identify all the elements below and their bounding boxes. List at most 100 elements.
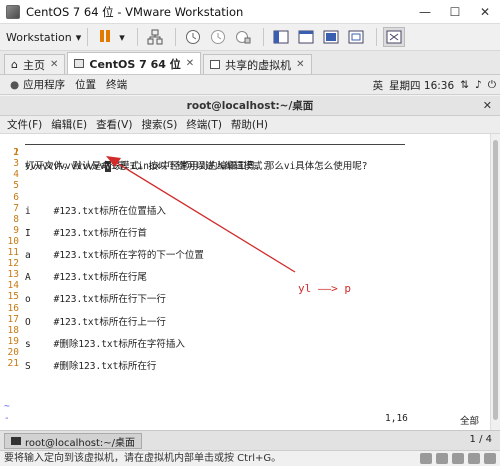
menu-help[interactable]: 帮助(H) — [231, 117, 268, 132]
terminal-menu[interactable]: 终端 — [106, 77, 127, 92]
line-number: 10 — [7, 235, 19, 247]
device-status-icons — [420, 453, 496, 464]
gnome-status-area: 英 星期四 16:36 ⇅ ♪ ⏻ — [373, 75, 496, 95]
menu-edit[interactable]: 编辑(E) — [51, 117, 87, 132]
fullscreen-button[interactable] — [320, 27, 342, 47]
stretch-view-button[interactable] — [382, 27, 405, 47]
terminal-title-bar: root@localhost:~/桌面 ✕ — [0, 96, 500, 116]
library-button[interactable] — [270, 27, 292, 47]
empty-line-marker: ~ — [4, 401, 10, 412]
vmware-toolbar: Workstation ▾ ▾ — [0, 24, 500, 51]
window-title: CentOS 7 64 位 - VMware Workstation — [26, 4, 244, 19]
vi-editor[interactable]: 1 vvvvvvvvvvvvvvvi是 Linux中经常用到的编辑工具，那么vi… — [0, 134, 490, 430]
line-number: 5 — [13, 180, 19, 192]
terminal-menu-bar: 文件(F) 编辑(E) 查看(V) 搜索(S) 终端(T) 帮助(H) — [0, 116, 500, 134]
line-number: 8 — [13, 213, 19, 225]
cd-icon[interactable] — [436, 453, 448, 464]
empty-line-marker: - — [4, 413, 10, 424]
network-status-icon[interactable]: ⇅ — [460, 79, 469, 91]
taskbar-item-label: root@localhost:~/桌面 — [25, 437, 136, 449]
close-icon[interactable]: ✕ — [483, 96, 492, 116]
line-number: 16 — [7, 302, 19, 314]
menu-view[interactable]: 查看(V) — [96, 117, 132, 132]
gnome-taskbar: root@localhost:~/桌面 1 / 4 — [0, 430, 500, 450]
line-number: 6 — [13, 191, 19, 203]
line-number: 14 — [7, 280, 19, 292]
vmware-title-bar: CentOS 7 64 位 - VMware Workstation — ☐ ✕ — [0, 0, 500, 24]
editor-line: 1 vvvvvvvvvvvvvvvi是 Linux中经常用到的编辑工具，那么vi… — [0, 136, 368, 172]
workstation-label: Workstation — [6, 30, 72, 44]
snapshot-manager-button[interactable] — [232, 27, 254, 47]
power-dropdown-icon[interactable]: ▾ — [119, 31, 125, 44]
close-icon[interactable]: ✕ — [50, 59, 58, 70]
menu-terminal[interactable]: 终端(T) — [186, 117, 222, 132]
sidebar-icon — [273, 30, 289, 44]
tab-home[interactable]: ⌂ 主页 ✕ — [4, 54, 66, 74]
taskbar-terminal-item[interactable]: root@localhost:~/桌面 — [4, 433, 143, 449]
toolbar-divider — [174, 28, 176, 46]
menu-search[interactable]: 搜索(S) — [141, 117, 177, 132]
close-window-button[interactable]: ✕ — [470, 0, 500, 24]
line1-underline — [25, 144, 405, 145]
line-text: A #123.txt标所在行尾 — [25, 272, 147, 284]
workspace-indicator[interactable]: 1 / 4 — [470, 434, 492, 445]
terminal-icon — [11, 437, 21, 445]
snapshot-manager-icon — [235, 31, 251, 44]
unity-icon — [348, 30, 364, 44]
usb-icon[interactable] — [468, 453, 480, 464]
toolbar-divider — [136, 28, 138, 46]
applications-menu[interactable]: 应用程序 — [23, 77, 65, 92]
terminal-scrollbar[interactable] — [490, 134, 500, 430]
line-text: O #123.txt标所在行上一行 — [25, 316, 166, 328]
status-message: 要将输入定向到该虚拟机，请在虚拟机内部单击或按 Ctrl+G。 — [4, 453, 282, 464]
scrollbar-thumb[interactable] — [493, 140, 498, 420]
hdd-icon[interactable] — [420, 453, 432, 464]
tab-centos[interactable]: CentOS 7 64 位 ✕ — [67, 52, 202, 74]
maximize-button[interactable]: ☐ — [440, 0, 470, 24]
clock[interactable]: 星期四 16:36 — [389, 78, 454, 93]
home-icon: ⌂ — [11, 58, 18, 71]
pause-button[interactable] — [94, 27, 116, 47]
line-text: S #删除123.txt标所在行 — [25, 361, 157, 372]
line-number: 2 — [13, 147, 19, 159]
revert-snapshot-button[interactable] — [207, 27, 229, 47]
workstation-menu-button[interactable]: Workstation ▾ — [6, 31, 81, 44]
line-number: 19 — [7, 335, 19, 347]
line-text: o #123.txt标所在行下一行 — [25, 294, 166, 306]
unity-button[interactable] — [345, 27, 367, 47]
snapshot-button[interactable] — [182, 27, 204, 47]
line-text: s #删除123.txt标所在字符插入 — [25, 338, 185, 350]
line-number: 17 — [7, 313, 19, 325]
power-icon[interactable]: ⏻ — [488, 79, 496, 92]
window-controls: — ☐ ✕ — [410, 0, 500, 24]
network-adapter-icon[interactable] — [452, 453, 464, 464]
sound-icon[interactable] — [484, 453, 496, 464]
minimize-button[interactable]: — — [410, 0, 440, 24]
menu-file[interactable]: 文件(F) — [7, 117, 42, 132]
line-number: 20 — [7, 346, 19, 358]
line-number: 15 — [7, 291, 19, 303]
scroll-indicator: 全部 — [460, 416, 480, 427]
yank-paste-annotation: yl ——> p — [298, 282, 351, 295]
line-text: 打开文件，默认是命令模式。按以下键可以进入编辑模式： — [25, 161, 273, 173]
volume-icon[interactable]: ♪ — [475, 79, 482, 91]
line-number: 3 — [13, 158, 19, 170]
restore-clock-icon — [210, 30, 225, 44]
line-number: 18 — [7, 324, 19, 336]
cursor-position: 1,16 — [385, 413, 408, 424]
toolbar-divider — [262, 28, 264, 46]
tab-shared-vms[interactable]: 共享的虚拟机 ✕ — [203, 54, 312, 74]
send-ctrl-alt-del-button[interactable] — [144, 27, 166, 47]
close-icon[interactable]: ✕ — [296, 59, 304, 70]
line-number: 11 — [7, 247, 19, 258]
shared-vm-icon — [210, 60, 221, 69]
line-number: 9 — [13, 224, 19, 236]
console-view-button[interactable] — [295, 27, 317, 47]
line-text: a #123.txt标所在字符的下一个位置 — [25, 250, 204, 261]
pause-icon — [99, 29, 111, 45]
line-number: 12 — [7, 258, 19, 270]
applications-icon: ● — [10, 78, 20, 91]
places-menu[interactable]: 位置 — [75, 77, 96, 92]
close-icon[interactable]: ✕ — [186, 58, 194, 69]
input-method-indicator[interactable]: 英 — [373, 78, 384, 93]
